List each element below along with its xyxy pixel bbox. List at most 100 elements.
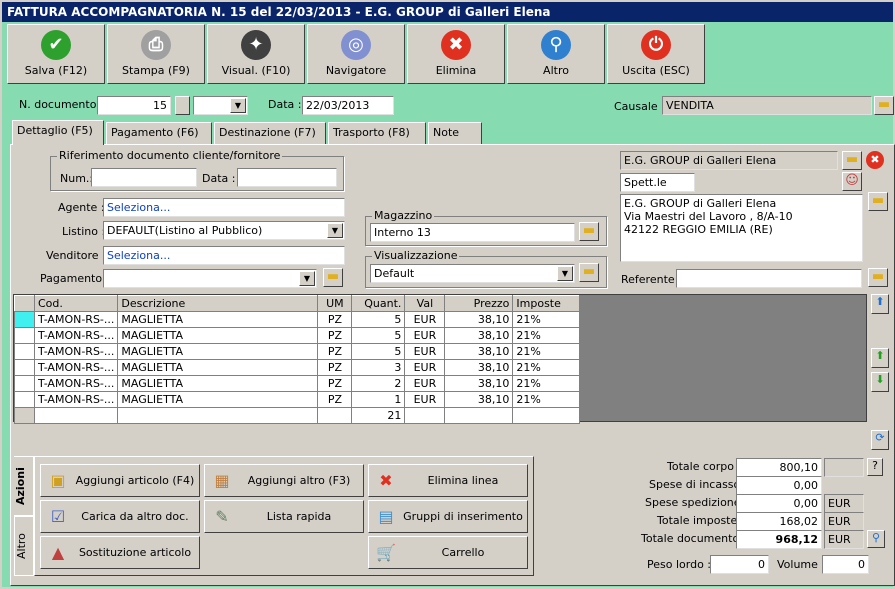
cell[interactable]: 5 [351, 343, 406, 360]
visualizzazione-select[interactable]: Default ▼ [370, 264, 575, 283]
rif-data-input[interactable] [237, 168, 337, 187]
folder-icon[interactable]: ▬ [868, 192, 888, 211]
peso-field[interactable]: 0 [710, 555, 769, 574]
cell[interactable]: T-AMON-RS-... [33, 311, 119, 328]
cell[interactable]: PZ [317, 343, 353, 360]
spett-field[interactable]: Spett.le [620, 173, 695, 192]
cell[interactable]: 2 [351, 375, 406, 392]
cell[interactable]: EUR [404, 391, 446, 408]
cell[interactable]: T-AMON-RS-... [33, 391, 119, 408]
agente-field[interactable]: Seleziona... [103, 198, 345, 217]
zoom-icon[interactable]: ⚲ [867, 530, 885, 548]
toolbar-button-power[interactable]: ⏻ Uscita (ESC) [607, 24, 705, 84]
cell[interactable]: 38,10 [444, 359, 514, 376]
totale-corpo-field[interactable]: 800,10 [736, 458, 822, 477]
tab-1[interactable]: Pagamento (F6) [106, 122, 212, 144]
cell[interactable]: 5 [351, 311, 406, 328]
cell[interactable]: 38,10 [444, 391, 514, 408]
action-button[interactable]: 🛒 Carrello [368, 536, 528, 569]
folder-icon[interactable]: ▬ [868, 268, 888, 287]
table-row[interactable]: T-AMON-RS-... MAGLIETTA PZ 1 EUR 38,10 21% [14, 391, 581, 408]
data-input[interactable]: 22/03/2013 [302, 96, 394, 115]
arrow-up-icon[interactable]: ⬆ [871, 294, 889, 314]
cell[interactable]: T-AMON-RS-... [33, 343, 119, 360]
cell[interactable]: MAGLIETTA [117, 391, 319, 408]
row-selector[interactable] [14, 391, 35, 408]
column-header[interactable]: Cod. [33, 295, 119, 312]
rif-num-input[interactable] [91, 168, 197, 187]
toolbar-button-search[interactable]: ⚲ Altro [507, 24, 605, 84]
cell[interactable]: 38,10 [444, 327, 514, 344]
row-selector[interactable] [14, 327, 35, 344]
cell[interactable]: PZ [317, 327, 353, 344]
cell[interactable]: MAGLIETTA [117, 343, 319, 360]
cell[interactable]: EUR [404, 311, 446, 328]
column-header[interactable]: UM [317, 295, 353, 312]
tab-0[interactable]: Dettaglio (F5) [12, 120, 104, 145]
cell[interactable]: 21% [512, 327, 581, 344]
cell[interactable]: T-AMON-RS-... [33, 327, 119, 344]
tab-3[interactable]: Trasporto (F8) [328, 122, 426, 144]
cell[interactable]: 3 [351, 359, 406, 376]
cell[interactable]: MAGLIETTA [117, 359, 319, 376]
toolbar-button-magic-wand[interactable]: ✦ Visual. (F10) [207, 24, 305, 84]
cell[interactable]: PZ [317, 359, 353, 376]
row-selector[interactable] [14, 311, 35, 328]
column-header[interactable]: Val [404, 295, 446, 312]
clear-cliente-icon[interactable]: ✖ [866, 151, 884, 169]
cell[interactable]: 21% [512, 311, 581, 328]
ndoc-input[interactable]: 15 [97, 96, 171, 115]
cell[interactable]: T-AMON-RS-... [33, 359, 119, 376]
column-header[interactable]: Prezzo [444, 295, 514, 312]
toolbar-button-delete-x[interactable]: ✖ Elimina [407, 24, 505, 84]
folder-icon[interactable]: ▬ [579, 222, 599, 241]
ndoc-suffix-button[interactable] [175, 96, 190, 115]
side-tab-azioni[interactable]: Azioni [14, 456, 34, 516]
cell[interactable]: 21% [512, 359, 581, 376]
cell[interactable]: T-AMON-RS-... [33, 375, 119, 392]
row-selector[interactable] [14, 343, 35, 360]
help-button[interactable]: ? [867, 458, 883, 476]
cell[interactable]: EUR [404, 327, 446, 344]
row-selector[interactable] [14, 375, 35, 392]
cell[interactable]: MAGLIETTA [117, 311, 319, 328]
toolbar-button-compass[interactable]: ◎ Navigatore [307, 24, 405, 84]
causale-field[interactable]: VENDITA [662, 96, 872, 115]
cell[interactable]: PZ [317, 375, 353, 392]
cell[interactable]: 38,10 [444, 311, 514, 328]
cell[interactable]: 38,10 [444, 375, 514, 392]
cell[interactable]: 5 [351, 327, 406, 344]
table-row[interactable]: T-AMON-RS-... MAGLIETTA PZ 2 EUR 38,10 21% [14, 375, 581, 392]
cell[interactable]: MAGLIETTA [117, 375, 319, 392]
totale-documento-field[interactable]: 968,12 [736, 530, 822, 549]
action-button[interactable]: ☑ Carica da altro doc. [40, 500, 200, 533]
column-header[interactable]: Imposte [512, 295, 581, 312]
cell[interactable]: 21% [512, 375, 581, 392]
side-tab-altro[interactable]: Altro [14, 516, 34, 576]
action-button[interactable]: ▣ Aggiungi articolo (F4) [40, 464, 200, 497]
cell[interactable]: EUR [404, 343, 446, 360]
volume-field[interactable]: 0 [822, 555, 869, 574]
action-button[interactable]: ✖ Elimina linea [368, 464, 528, 497]
move-up-icon[interactable]: ⬆ [871, 348, 889, 368]
folder-icon[interactable]: ▬ [579, 263, 599, 282]
cell[interactable]: 38,10 [444, 343, 514, 360]
cell[interactable]: PZ [317, 391, 353, 408]
table-row[interactable]: T-AMON-RS-... MAGLIETTA PZ 5 EUR 38,10 21% [14, 327, 581, 344]
tab-2[interactable]: Destinazione (F7) [214, 122, 326, 144]
tab-4[interactable]: Note [428, 122, 482, 144]
move-down-icon[interactable]: ⬇ [871, 372, 889, 392]
table-row[interactable]: T-AMON-RS-... MAGLIETTA PZ 5 EUR 38,10 21% [14, 311, 581, 328]
action-button[interactable]: ▲ Sostituzione articolo [40, 536, 200, 569]
column-header[interactable]: Quant. [351, 295, 406, 312]
ndoc-series-select[interactable]: ▼ [193, 96, 248, 115]
cell[interactable]: 1 [351, 391, 406, 408]
cliente-name[interactable]: E.G. GROUP di Galleri Elena [620, 151, 838, 170]
cell[interactable]: EUR [404, 359, 446, 376]
totale-imposte-field[interactable]: 168,02 [736, 512, 822, 531]
folder-icon[interactable]: ▬ [323, 268, 343, 287]
action-button[interactable]: ▦ Aggiungi altro (F3) [204, 464, 364, 497]
venditore-field[interactable]: Seleziona... [103, 246, 345, 265]
folder-icon[interactable]: ▬ [874, 96, 894, 115]
rows-grid[interactable]: Cod. Descrizione UM Quant. Val Prezzo Imposte T… [13, 294, 867, 424]
